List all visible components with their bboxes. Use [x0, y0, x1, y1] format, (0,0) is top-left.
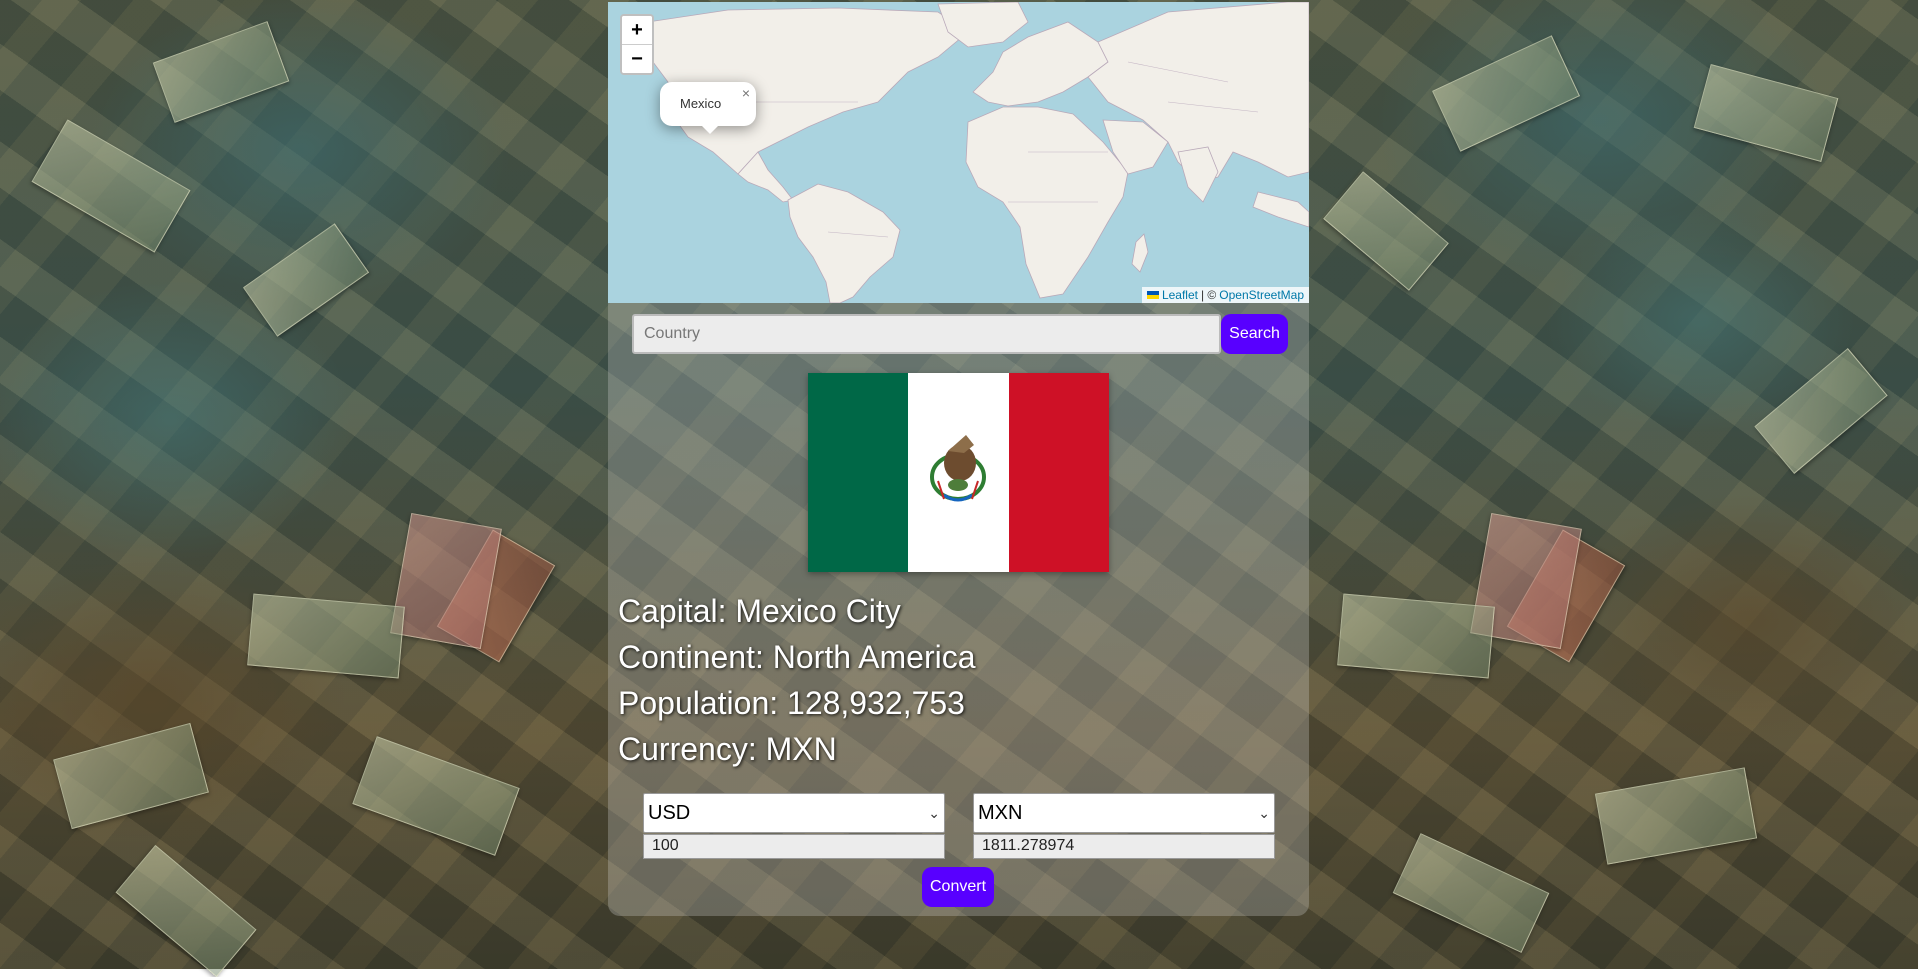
popup-close-icon[interactable]: ×: [742, 85, 750, 101]
to-currency-value: MXN: [978, 801, 1023, 824]
continent-text: Continent: North America: [618, 639, 976, 675]
map-popup: Mexico ×: [660, 82, 756, 134]
chevron-down-icon: ⌄: [1258, 804, 1270, 821]
from-amount-input[interactable]: 100: [643, 834, 945, 859]
attribution-separator: | ©: [1200, 288, 1217, 302]
country-search-input[interactable]: [632, 314, 1221, 354]
map-tiles: [608, 2, 1309, 303]
bg-banknote: [152, 21, 290, 123]
bg-banknote: [115, 844, 257, 977]
zoom-controls: + −: [620, 14, 654, 75]
from-currency-select[interactable]: USD ⌄: [643, 793, 945, 833]
bg-banknote: [1323, 171, 1449, 291]
zoom-in-button[interactable]: +: [622, 16, 652, 44]
bg-banknote: [352, 736, 520, 856]
bg-banknote: [1754, 348, 1888, 474]
ukraine-flag-icon: [1146, 291, 1159, 299]
country-flag: [808, 373, 1109, 572]
capital-text: Capital: Mexico City: [618, 593, 901, 629]
popup-label: Mexico: [680, 96, 722, 111]
bg-banknote: [1432, 35, 1580, 152]
bg-banknote: [31, 119, 191, 253]
population-text: Population: 128,932,753: [618, 685, 965, 721]
to-amount-output: 1811.278974: [973, 834, 1275, 859]
map-attribution: Leaflet | © OpenStreetMap: [1141, 287, 1309, 303]
bg-banknote: [1337, 593, 1495, 679]
coat-of-arms-icon: [930, 435, 987, 502]
world-map[interactable]: + − Mexico × Leaflet | © OpenStreetMap: [608, 2, 1309, 303]
zoom-out-button[interactable]: −: [622, 44, 652, 73]
bg-banknote: [242, 223, 370, 337]
leaflet-link[interactable]: Leaflet: [1162, 288, 1198, 302]
convert-button[interactable]: Convert: [922, 867, 994, 907]
bg-banknote: [1594, 767, 1758, 865]
currency-text: Currency: MXN: [618, 731, 837, 767]
main-panel: + − Mexico × Leaflet | © OpenStreetMap S…: [608, 2, 1309, 916]
flag-red-stripe: [1008, 373, 1109, 572]
bg-banknote: [1392, 833, 1550, 953]
chevron-down-icon: ⌄: [928, 804, 940, 821]
from-currency-value: USD: [648, 801, 691, 824]
search-button[interactable]: Search: [1221, 314, 1288, 354]
bg-banknote: [1693, 64, 1839, 162]
bg-banknote: [247, 593, 405, 679]
flag-green-stripe: [808, 373, 909, 572]
popup-tip: [700, 124, 720, 134]
openstreetmap-link[interactable]: OpenStreetMap: [1219, 288, 1304, 302]
bg-banknote: [53, 722, 209, 830]
flag-white-stripe: [908, 373, 1009, 572]
to-currency-select[interactable]: MXN ⌄: [973, 793, 1275, 833]
